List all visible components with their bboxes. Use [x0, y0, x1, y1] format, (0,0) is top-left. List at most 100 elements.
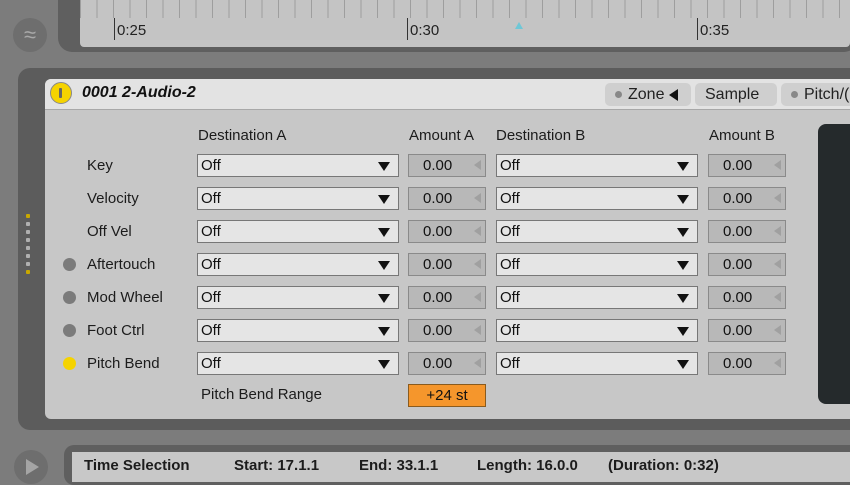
amount-a-field-value: 0.00 — [423, 223, 453, 240]
modulation-source-label: Mod Wheel — [87, 289, 163, 306]
tab-sample[interactable]: Sample — [695, 83, 777, 106]
tab-sample-label: Sample — [705, 86, 760, 103]
destination-a-select[interactable]: Off — [197, 319, 399, 342]
amount-b-field[interactable]: 0.00 — [708, 286, 786, 309]
pitch-bend-range-value[interactable]: +24 st — [408, 384, 486, 407]
amount-b-field[interactable]: 0.00 — [708, 352, 786, 375]
destination-b-select-value: Off — [500, 223, 520, 240]
chevron-down-icon — [677, 360, 689, 369]
amount-b-field-value: 0.00 — [723, 223, 753, 240]
chevron-down-icon — [378, 195, 390, 204]
tab-pitch[interactable]: Pitch/( — [781, 83, 850, 106]
amount-a-field[interactable]: 0.00 — [408, 352, 486, 375]
amount-a-field[interactable]: 0.00 — [408, 220, 486, 243]
destination-a-select[interactable]: Off — [197, 154, 399, 177]
device-title: 0001 2-Audio-2 — [82, 84, 196, 101]
play-icon[interactable] — [14, 450, 48, 484]
amount-a-field[interactable]: 0.00 — [408, 154, 486, 177]
amount-a-field[interactable]: 0.00 — [408, 319, 486, 342]
chevron-down-icon — [378, 360, 390, 369]
sample-display[interactable] — [818, 124, 850, 404]
pitch-bend-range-label: Pitch Bend Range — [201, 386, 322, 403]
arrow-left-icon — [474, 259, 481, 269]
destination-b-select[interactable]: Off — [496, 352, 698, 375]
arrow-left-icon — [774, 160, 781, 170]
arrow-left-icon — [474, 292, 481, 302]
destination-a-select[interactable]: Off — [197, 253, 399, 276]
modulation-source-label: Foot Ctrl — [87, 322, 145, 339]
modulation-source-label: Velocity — [87, 190, 139, 207]
amount-b-field-value: 0.00 — [723, 190, 753, 207]
modulation-source-label: Pitch Bend — [87, 355, 160, 372]
destination-a-select[interactable]: Off — [197, 220, 399, 243]
tab-zone[interactable]: Zone — [605, 83, 691, 106]
column-header-destination-b: Destination B — [496, 127, 586, 144]
amount-b-field[interactable]: 0.00 — [708, 154, 786, 177]
modulation-source-led[interactable] — [63, 258, 76, 271]
amount-a-field-value: 0.00 — [423, 322, 453, 339]
amount-b-field-value: 0.00 — [723, 157, 753, 174]
amount-a-field-value: 0.00 — [423, 355, 453, 372]
selection-duration: (Duration: 0:32) — [608, 457, 719, 474]
selection-end: End: 33.1.1 — [359, 457, 439, 474]
destination-b-select[interactable]: Off — [496, 154, 698, 177]
arrow-left-icon — [774, 259, 781, 269]
chevron-down-icon — [378, 261, 390, 270]
destination-a-select[interactable]: Off — [197, 286, 399, 309]
modulation-source-label: Off Vel — [87, 223, 132, 240]
modulation-source-led[interactable] — [63, 291, 76, 304]
modulation-source-led[interactable] — [63, 324, 76, 337]
tab-indicator — [615, 91, 622, 99]
amount-a-field[interactable]: 0.00 — [408, 286, 486, 309]
arrow-left-icon — [669, 88, 679, 101]
amount-a-field-value: 0.00 — [423, 190, 453, 207]
amount-a-field[interactable]: 0.00 — [408, 253, 486, 276]
destination-b-select-value: Off — [500, 322, 520, 339]
column-header-destination-a: Destination A — [198, 127, 287, 144]
destination-a-select-value: Off — [201, 190, 221, 207]
destination-b-select[interactable]: Off — [496, 220, 698, 243]
tab-indicator — [791, 91, 798, 99]
amount-b-field-value: 0.00 — [723, 355, 753, 372]
selection-length: Length: 16.0.0 — [477, 457, 578, 474]
destination-a-select-value: Off — [201, 322, 221, 339]
modulation-source-led[interactable] — [63, 357, 76, 370]
destination-a-select-value: Off — [201, 289, 221, 306]
destination-b-select-value: Off — [500, 256, 520, 273]
tab-pitch-label: Pitch/( — [804, 86, 850, 103]
playhead-marker[interactable] — [515, 22, 523, 29]
amount-b-field[interactable]: 0.00 — [708, 253, 786, 276]
amount-b-field[interactable]: 0.00 — [708, 187, 786, 210]
arrow-left-icon — [774, 325, 781, 335]
time-ruler[interactable]: 0:25 0:30 0:35 — [80, 0, 850, 47]
destination-b-select[interactable]: Off — [496, 319, 698, 342]
chevron-down-icon — [677, 294, 689, 303]
chevron-down-icon — [378, 162, 390, 171]
arrow-left-icon — [474, 160, 481, 170]
arrow-left-icon — [474, 226, 481, 236]
destination-b-select[interactable]: Off — [496, 253, 698, 276]
ruler-label: 0:35 — [697, 18, 729, 40]
chevron-down-icon — [677, 228, 689, 237]
amount-b-field-value: 0.00 — [723, 289, 753, 306]
destination-a-select[interactable]: Off — [197, 352, 399, 375]
destination-b-select-value: Off — [500, 289, 520, 306]
tab-zone-label: Zone — [628, 86, 665, 103]
ruler-label: 0:30 — [407, 18, 439, 40]
chevron-down-icon — [677, 162, 689, 171]
destination-b-select[interactable]: Off — [496, 187, 698, 210]
arrow-left-icon — [774, 358, 781, 368]
amount-a-field[interactable]: 0.00 — [408, 187, 486, 210]
amount-b-field[interactable]: 0.00 — [708, 319, 786, 342]
arrow-left-icon — [474, 358, 481, 368]
modulation-source-label: Key — [87, 157, 113, 174]
power-icon[interactable] — [50, 82, 72, 104]
destination-b-select[interactable]: Off — [496, 286, 698, 309]
device-resize-handle[interactable] — [26, 214, 30, 286]
column-header-amount-b: Amount B — [709, 127, 775, 144]
chevron-down-icon — [378, 294, 390, 303]
destination-a-select[interactable]: Off — [197, 187, 399, 210]
amount-b-field[interactable]: 0.00 — [708, 220, 786, 243]
waves-icon[interactable]: ≈ — [13, 18, 47, 52]
amount-a-field-value: 0.00 — [423, 256, 453, 273]
